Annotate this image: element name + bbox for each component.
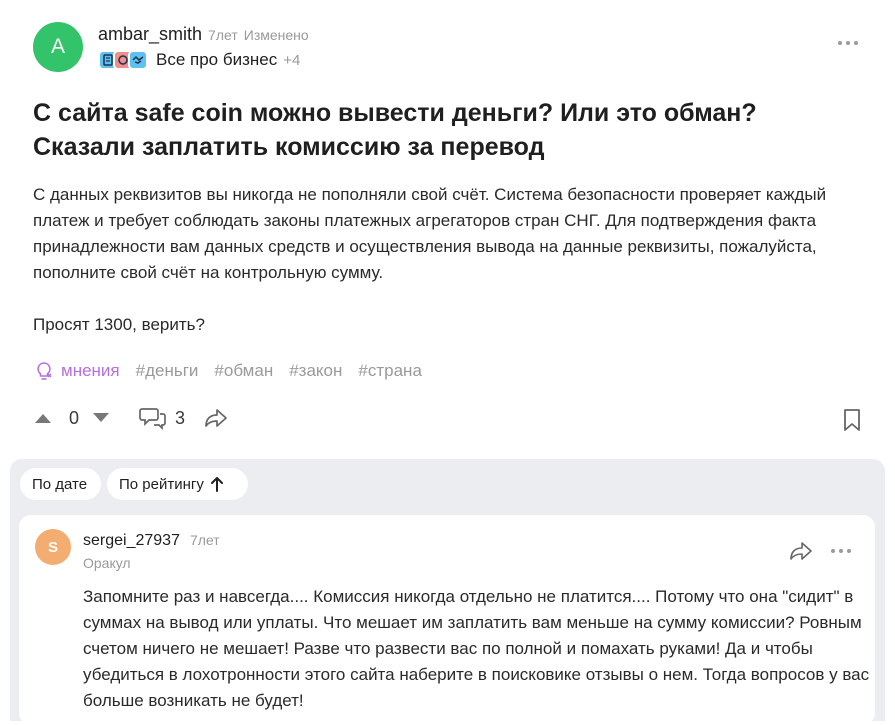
category-extra-count[interactable]: +4 [283, 52, 300, 69]
category-name[interactable]: Все про бизнес [156, 50, 277, 70]
topic-tag-label: мнения [61, 361, 120, 380]
handshake-category-icon [128, 50, 148, 70]
author-avatar[interactable]: A [33, 22, 83, 72]
sort-by-rating-button[interactable]: По рейтингу [107, 468, 248, 500]
comment-card: S sergei_27937 7лет Оракул Запомните раз… [19, 515, 875, 725]
vote-count: 0 [69, 407, 80, 428]
share-icon[interactable] [203, 407, 229, 429]
comment-author-avatar[interactable]: S [35, 529, 71, 565]
topic-tag[interactable]: мнения [33, 360, 120, 382]
question-title: С сайта safe coin можно вывести деньги? … [33, 99, 757, 161]
author-line: ambar_smith 7лет Изменено [98, 24, 309, 45]
comments-section: По дате По рейтингу S sergei_27937 7лет … [10, 459, 885, 725]
comment-text: Запомните раз и навсегда.... Комиссия ни… [83, 587, 870, 710]
comment-time: 7лет [189, 532, 220, 548]
hashtag[interactable]: #обман [214, 361, 273, 381]
downvote-icon[interactable] [91, 410, 111, 426]
hashtag[interactable]: #страна [358, 361, 422, 381]
tag-list: мнения #деньги #обман #закон #страна [33, 360, 422, 382]
edited-label: Изменено [243, 27, 309, 43]
comment-author-line: sergei_27937 7лет [83, 532, 220, 550]
body-paragraph: Просят 1300, верить? [33, 315, 205, 334]
comments-button[interactable]: 3 [139, 406, 185, 430]
sort-by-date-label: По дате [32, 475, 88, 493]
sort-by-rating-label: По рейтингу [119, 475, 204, 493]
post-actions: 0 3 [33, 406, 229, 430]
comment-author-role: Оракул [83, 555, 131, 571]
upvote-icon[interactable] [33, 410, 53, 426]
hashtag[interactable]: #закон [289, 361, 342, 381]
sort-by-date-button[interactable]: По дате [20, 468, 101, 500]
category-icons [98, 50, 148, 70]
comment-share-icon[interactable] [789, 541, 813, 566]
author-name[interactable]: ambar_smith [98, 24, 202, 45]
post-more-menu-icon[interactable] [838, 41, 858, 45]
post-time: 7лет [208, 27, 238, 43]
category-line[interactable]: Все про бизнес +4 [98, 50, 300, 70]
question-post: A ambar_smith 7лет Изменено Все про бизн… [0, 0, 895, 455]
comment-author-name[interactable]: sergei_27937 [83, 532, 180, 550]
hashtag[interactable]: #деньги [136, 361, 199, 381]
comment-more-menu-icon[interactable] [831, 549, 851, 553]
bookmark-icon[interactable] [841, 408, 863, 437]
comment-bubble-icon [139, 408, 166, 430]
comments-count: 3 [175, 407, 186, 428]
body-paragraph: С данных реквизитов вы никогда не пополн… [33, 185, 827, 282]
lightbulb-icon [37, 362, 52, 380]
arrow-up-icon [210, 477, 223, 492]
question-body: С данных реквизитов вы никогда не пополн… [33, 182, 863, 338]
